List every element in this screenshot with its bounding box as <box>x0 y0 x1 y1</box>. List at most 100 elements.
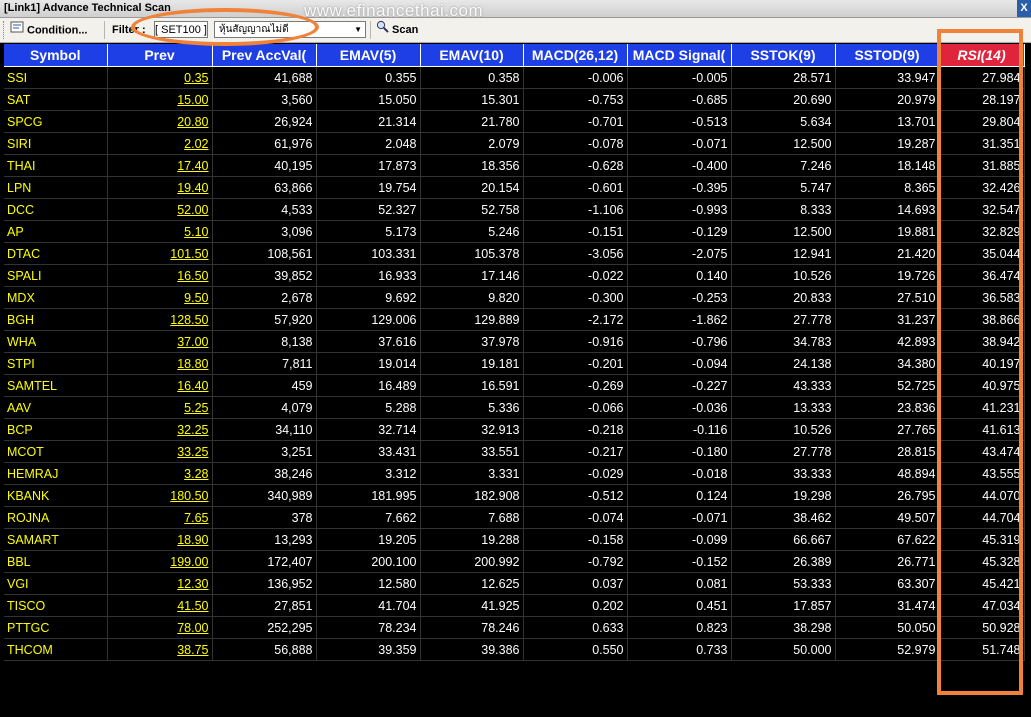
cell-prev[interactable]: 17.40 <box>107 154 213 177</box>
column-header-emav5[interactable]: EMAV(5) <box>316 44 421 67</box>
column-header-macd[interactable]: MACD(26,12) <box>523 44 628 67</box>
cell-macd-signal: -0.400 <box>627 154 732 177</box>
cell-symbol: KBANK <box>4 484 108 507</box>
table-row[interactable]: KBANK 180.50 340,989 181.995 182.908 -0.512 0.… <box>4 484 1025 507</box>
column-header-rsi[interactable]: RSI(14) <box>939 44 1025 67</box>
table-row[interactable]: BBL 199.00 172,407 200.100 200.992 -0.792 -0.1… <box>4 550 1025 573</box>
table-row[interactable]: BCP 32.25 34,110 32.714 32.913 -0.218 -0.116 10… <box>4 418 1025 441</box>
cell-prev[interactable]: 5.25 <box>107 396 213 419</box>
cell-prev[interactable]: 41.50 <box>107 594 213 617</box>
table-row[interactable]: SAT 15.00 3,560 15.050 15.301 -0.753 -0.685 20.… <box>4 88 1025 111</box>
cell-prev[interactable]: 12.30 <box>107 572 213 595</box>
table-row[interactable]: SPALI 16.50 39,852 16.933 17.146 -0.022 0.140 1… <box>4 264 1025 287</box>
table-row[interactable]: ROJNA 7.65 378 7.662 7.688 -0.074 -0.071 38.462… <box>4 506 1025 529</box>
cell-prev[interactable]: 16.50 <box>107 264 213 287</box>
cell-prev[interactable]: 15.00 <box>107 88 213 111</box>
table-row[interactable]: SAMTEL 16.40 459 16.489 16.591 -0.269 -0.227 43… <box>4 374 1025 397</box>
column-header-macd-signal[interactable]: MACD Signal( <box>627 44 732 67</box>
cell-prev[interactable]: 2.02 <box>107 132 213 155</box>
cell-emav5: 17.873 <box>316 154 421 177</box>
table-row[interactable]: LPN 19.40 63,866 19.754 20.154 -0.601 -0.395 5.… <box>4 176 1025 199</box>
cell-rsi: 32.426 <box>939 176 1025 199</box>
table-row[interactable]: SSI 0.35 41,688 0.355 0.358 -0.006 -0.005 28.57… <box>4 66 1025 89</box>
table-row[interactable]: SIRI 2.02 61,976 2.048 2.079 -0.078 -0.071 12.5… <box>4 132 1025 155</box>
filter-dropdown[interactable]: หุ้นสัญญาณไม่ดี ▼ <box>214 21 366 38</box>
cell-prev[interactable]: 18.80 <box>107 352 213 375</box>
cell-prev[interactable]: 33.25 <box>107 440 213 463</box>
cell-prev[interactable]: 128.50 <box>107 308 213 331</box>
table-row[interactable]: BGH 128.50 57,920 129.006 129.889 -2.172 -1.86… <box>4 308 1025 331</box>
table-row[interactable]: MDX 9.50 2,678 9.692 9.820 -0.300 -0.253 20.833… <box>4 286 1025 309</box>
cell-prev[interactable]: 0.35 <box>107 66 213 89</box>
cell-sstod: 42.893 <box>835 330 940 353</box>
column-header-symbol[interactable]: Symbol <box>4 44 108 67</box>
cell-emav5: 19.014 <box>316 352 421 375</box>
table-row[interactable]: WHA 37.00 8,138 37.616 37.978 -0.916 -0.796 34.… <box>4 330 1025 353</box>
cell-sstod: 20.979 <box>835 88 940 111</box>
cell-prev[interactable]: 5.10 <box>107 220 213 243</box>
column-header-sstok[interactable]: SSTOK(9) <box>731 44 836 67</box>
column-header-emav10[interactable]: EMAV(10) <box>420 44 524 67</box>
table-body: SSI 0.35 41,688 0.355 0.358 -0.006 -0.005 28.57… <box>4 66 1025 661</box>
cell-prev[interactable]: 199.00 <box>107 550 213 573</box>
chevron-down-icon[interactable]: ▼ <box>354 22 362 38</box>
table-row[interactable]: AP 5.10 3,096 5.173 5.246 -0.151 -0.129 12.500 1… <box>4 220 1025 243</box>
cell-rsi: 43.555 <box>939 462 1025 485</box>
condition-button[interactable]: Condition... <box>10 20 87 40</box>
cell-prev-accval: 172,407 <box>212 550 317 573</box>
cell-macd: -0.701 <box>523 110 628 133</box>
scan-button[interactable]: Scan <box>376 20 418 40</box>
cell-prev[interactable]: 78.00 <box>107 616 213 639</box>
cell-prev[interactable]: 37.00 <box>107 330 213 353</box>
cell-prev[interactable]: 19.40 <box>107 176 213 199</box>
cell-symbol: HEMRAJ <box>4 462 108 485</box>
cell-prev[interactable]: 3.28 <box>107 462 213 485</box>
cell-prev[interactable]: 32.25 <box>107 418 213 441</box>
cell-sstok: 26.389 <box>731 550 836 573</box>
cell-prev-accval: 4,533 <box>212 198 317 221</box>
cell-macd-signal: -0.071 <box>627 506 732 529</box>
cell-sstod: 63.307 <box>835 572 940 595</box>
cell-prev[interactable]: 101.50 <box>107 242 213 265</box>
cell-prev[interactable]: 16.40 <box>107 374 213 397</box>
cell-prev[interactable]: 20.80 <box>107 110 213 133</box>
table-row[interactable]: SAMART 18.90 13,293 19.205 19.288 -0.158 -0.09… <box>4 528 1025 551</box>
cell-prev[interactable]: 9.50 <box>107 286 213 309</box>
cell-prev[interactable]: 180.50 <box>107 484 213 507</box>
table-row[interactable]: THAI 17.40 40,195 17.873 18.356 -0.628 -0.400 7… <box>4 154 1025 177</box>
filter-set-field[interactable]: [ SET100 ] <box>154 21 208 38</box>
close-button[interactable]: X <box>1017 0 1031 17</box>
column-header-prev-accval[interactable]: Prev AccVal( <box>212 44 317 67</box>
column-header-sstod[interactable]: SSTOD(9) <box>835 44 940 67</box>
cell-emav5: 5.173 <box>316 220 421 243</box>
cell-sstod: 52.725 <box>835 374 940 397</box>
table-row[interactable]: DCC 52.00 4,533 52.327 52.758 -1.106 -0.993 8.3… <box>4 198 1025 221</box>
table-row[interactable]: AAV 5.25 4,079 5.288 5.336 -0.066 -0.036 13.333… <box>4 396 1025 419</box>
cell-emav5: 32.714 <box>316 418 421 441</box>
cell-macd-signal: -0.152 <box>627 550 732 573</box>
cell-prev[interactable]: 7.65 <box>107 506 213 529</box>
table-row[interactable]: HEMRAJ 3.28 38,246 3.312 3.331 -0.029 -0.018 33… <box>4 462 1025 485</box>
cell-emav10: 33.551 <box>420 440 524 463</box>
table-row[interactable]: PTTGC 78.00 252,295 78.234 78.246 0.633 0.823 3… <box>4 616 1025 639</box>
column-header-prev[interactable]: Prev <box>107 44 213 67</box>
table-row[interactable]: THCOM 38.75 56,888 39.359 39.386 0.550 0.733 50… <box>4 638 1025 661</box>
table-row[interactable]: TISCO 41.50 27,851 41.704 41.925 0.202 0.451 17… <box>4 594 1025 617</box>
cell-sstod: 27.510 <box>835 286 940 309</box>
table-row[interactable]: VGI 12.30 136,952 12.580 12.625 0.037 0.081 53.… <box>4 572 1025 595</box>
cell-sstod: 18.148 <box>835 154 940 177</box>
cell-emav10: 7.688 <box>420 506 524 529</box>
cell-prev-accval: 4,079 <box>212 396 317 419</box>
toolbar: Condition... Filter : [ SET100 ] หุ้นสัญ… <box>0 18 1031 43</box>
cell-prev[interactable]: 52.00 <box>107 198 213 221</box>
table-row[interactable]: SPCG 20.80 26,924 21.314 21.780 -0.701 -0.513 5… <box>4 110 1025 133</box>
cell-rsi: 45.319 <box>939 528 1025 551</box>
table-row[interactable]: DTAC 101.50 108,561 103.331 105.378 -3.056 -2.… <box>4 242 1025 265</box>
cell-prev[interactable]: 38.75 <box>107 638 213 661</box>
table-row[interactable]: MCOT 33.25 3,251 33.431 33.551 -0.217 -0.180 27… <box>4 440 1025 463</box>
cell-symbol: PTTGC <box>4 616 108 639</box>
toolbar-grip[interactable] <box>3 21 8 39</box>
cell-rsi: 41.613 <box>939 418 1025 441</box>
table-row[interactable]: STPI 18.80 7,811 19.014 19.181 -0.201 -0.094 24… <box>4 352 1025 375</box>
cell-prev[interactable]: 18.90 <box>107 528 213 551</box>
